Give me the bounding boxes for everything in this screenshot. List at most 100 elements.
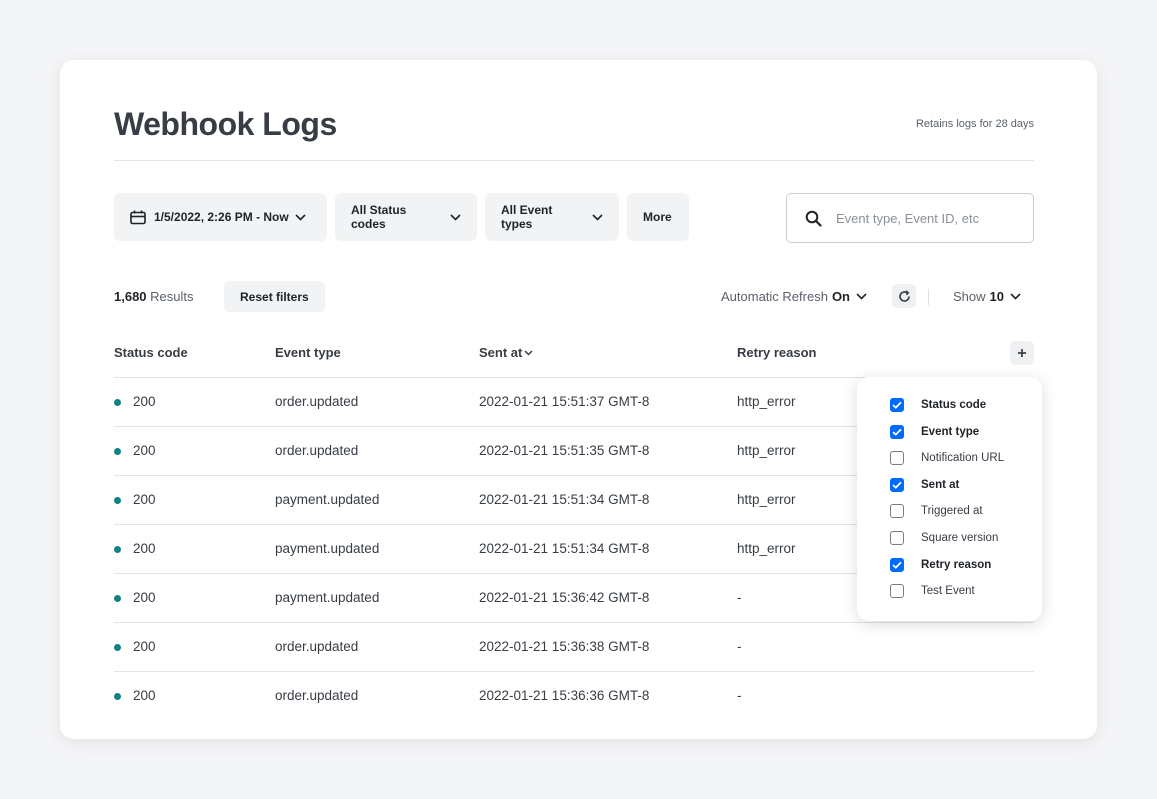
column-header-sent-at[interactable]: Sent at bbox=[479, 345, 533, 360]
more-label: More bbox=[643, 210, 672, 224]
column-chooser-menu: Status code Event type Notification URL Sen… bbox=[857, 377, 1042, 621]
row-divider bbox=[114, 622, 1034, 623]
table-row[interactable]: 200 order.updated 2022-01-21 15:36:38 GMT-… bbox=[114, 622, 1034, 671]
search-icon bbox=[805, 210, 822, 227]
sent-at-cell: 2022-01-21 15:36:36 GMT-8 bbox=[479, 688, 650, 703]
status-code-cell: 200 bbox=[133, 443, 156, 458]
event-type-cell: order.updated bbox=[275, 639, 359, 654]
bottom-fade bbox=[60, 705, 1097, 739]
refresh-icon bbox=[898, 289, 911, 303]
page-title: Webhook Logs bbox=[114, 106, 337, 142]
status-dot-icon bbox=[114, 497, 121, 504]
results-number: 1,680 bbox=[114, 289, 147, 304]
show-label: Show bbox=[953, 289, 986, 304]
chevron-down-icon bbox=[1010, 293, 1021, 300]
event-type-cell: payment.updated bbox=[275, 541, 380, 556]
column-option[interactable]: Retry reason bbox=[890, 557, 991, 573]
event-type-cell: order.updated bbox=[275, 394, 359, 409]
event-type-cell: order.updated bbox=[275, 688, 359, 703]
more-filters-button[interactable]: More bbox=[627, 193, 689, 241]
column-option-label: Notification URL bbox=[921, 452, 1005, 464]
column-option-label: Status code bbox=[921, 399, 987, 411]
checkbox[interactable] bbox=[890, 504, 904, 518]
checkmark-icon bbox=[892, 401, 902, 409]
calendar-icon bbox=[130, 210, 146, 225]
date-range-filter[interactable]: 1/5/2022, 2:26 PM - Now bbox=[114, 193, 327, 241]
event-type-cell: payment.updated bbox=[275, 492, 380, 507]
search-box[interactable] bbox=[786, 193, 1034, 243]
toolbar-divider bbox=[928, 289, 929, 305]
status-code-cell: 200 bbox=[133, 541, 156, 556]
status-dot-icon bbox=[114, 546, 121, 553]
show-value: 10 bbox=[989, 289, 1004, 304]
status-dot-icon bbox=[114, 448, 121, 455]
header-divider bbox=[114, 160, 1034, 161]
column-option[interactable]: Notification URL bbox=[890, 450, 1004, 466]
chevron-down-icon bbox=[295, 213, 306, 221]
event-types-filter[interactable]: All Event types bbox=[485, 193, 619, 241]
reset-filters-button[interactable]: Reset filters bbox=[224, 281, 325, 312]
results-count: 1,680 Results bbox=[114, 289, 194, 304]
status-code-cell: 200 bbox=[133, 394, 156, 409]
column-option[interactable]: Square version bbox=[890, 530, 998, 546]
column-header-status-code[interactable]: Status code bbox=[114, 345, 188, 360]
retry-reason-cell: - bbox=[737, 590, 742, 605]
checkbox[interactable] bbox=[890, 451, 904, 465]
column-option[interactable]: Status code bbox=[890, 397, 986, 413]
retention-note: Retains logs for 28 days bbox=[915, 118, 1034, 130]
status-code-cell: 200 bbox=[133, 688, 156, 703]
checkbox[interactable] bbox=[890, 398, 904, 412]
column-option[interactable]: Triggered at bbox=[890, 503, 983, 519]
search-input[interactable] bbox=[834, 209, 1018, 227]
retry-reason-cell: http_error bbox=[737, 541, 796, 556]
column-header-retry-reason[interactable]: Retry reason bbox=[737, 345, 816, 360]
checkmark-icon bbox=[892, 428, 902, 436]
event-type-cell: payment.updated bbox=[275, 590, 380, 605]
status-dot-icon bbox=[114, 644, 121, 651]
checkbox[interactable] bbox=[890, 478, 904, 492]
status-code-cell: 200 bbox=[133, 639, 156, 654]
checkmark-icon bbox=[892, 481, 902, 489]
results-label: Results bbox=[150, 289, 194, 304]
checkbox[interactable] bbox=[890, 425, 904, 439]
auto-refresh-label: Automatic Refresh bbox=[721, 289, 828, 304]
column-option[interactable]: Test Event bbox=[890, 583, 975, 599]
checkbox[interactable] bbox=[890, 558, 904, 572]
status-code-cell: 200 bbox=[133, 590, 156, 605]
column-option-label: Sent at bbox=[921, 479, 960, 491]
chevron-down-icon bbox=[450, 213, 461, 221]
page-size-select[interactable]: Show 10 bbox=[953, 289, 1021, 304]
refresh-button[interactable] bbox=[892, 284, 916, 308]
column-option[interactable]: Sent at bbox=[890, 477, 959, 493]
retry-reason-cell: - bbox=[737, 639, 742, 654]
sent-at-cell: 2022-01-21 15:51:34 GMT-8 bbox=[479, 492, 650, 507]
column-option-label: Retry reason bbox=[921, 559, 992, 571]
sent-at-cell: 2022-01-21 15:51:34 GMT-8 bbox=[479, 541, 650, 556]
column-option-label: Square version bbox=[921, 532, 999, 544]
status-codes-label: All Status codes bbox=[351, 203, 407, 231]
checkmark-icon bbox=[892, 561, 902, 569]
sent-at-cell: 2022-01-21 15:36:42 GMT-8 bbox=[479, 590, 650, 605]
column-header-event-type[interactable]: Event type bbox=[275, 345, 341, 360]
status-code-cell: 200 bbox=[133, 492, 156, 507]
sort-chevron-icon bbox=[524, 349, 533, 356]
plus-icon bbox=[1017, 348, 1027, 358]
column-option[interactable]: Event type bbox=[890, 424, 979, 440]
chevron-down-icon bbox=[592, 213, 603, 221]
retry-reason-cell: http_error bbox=[737, 394, 796, 409]
event-types-label: All Event types bbox=[501, 203, 553, 231]
retry-reason-cell: - bbox=[737, 688, 742, 703]
checkbox[interactable] bbox=[890, 531, 904, 545]
status-dot-icon bbox=[114, 693, 121, 700]
webhook-logs-card: Webhook Logs Retains logs for 28 days 1/… bbox=[60, 60, 1097, 739]
add-column-button[interactable] bbox=[1010, 341, 1034, 365]
auto-refresh-toggle[interactable]: Automatic Refresh On bbox=[721, 289, 867, 304]
sent-at-cell: 2022-01-21 15:51:37 GMT-8 bbox=[479, 394, 650, 409]
auto-refresh-value: On bbox=[831, 289, 850, 304]
column-option-label: Triggered at bbox=[921, 505, 983, 517]
chevron-down-icon bbox=[856, 293, 867, 300]
status-dot-icon bbox=[114, 595, 121, 602]
status-codes-filter[interactable]: All Status codes bbox=[335, 193, 477, 241]
sent-at-label: Sent at bbox=[479, 345, 523, 360]
checkbox[interactable] bbox=[890, 584, 904, 598]
